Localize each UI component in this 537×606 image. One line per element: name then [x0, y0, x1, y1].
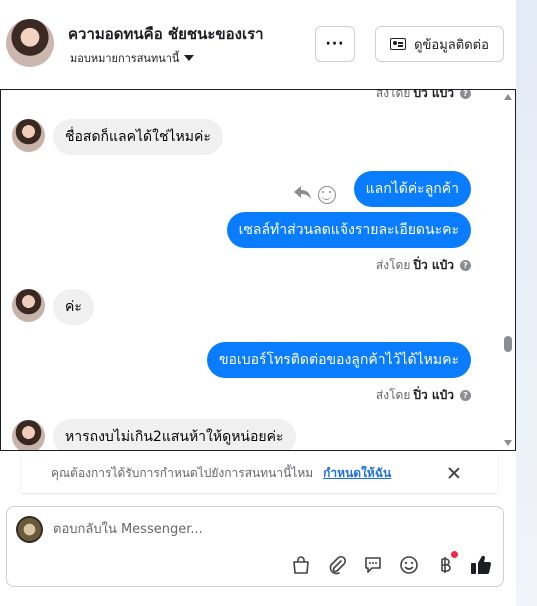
view-contact-button[interactable]: ดูข้อมูลติดต่อ — [375, 26, 504, 62]
info-icon[interactable]: ? — [460, 260, 471, 271]
assign-label: มอบหมายการสนทนานี้ — [70, 52, 180, 65]
sender-name: ปิ่ว แป๋ว — [413, 388, 454, 402]
info-icon[interactable]: ? — [460, 390, 471, 401]
thread-scrollbar[interactable] — [503, 92, 513, 448]
sent-by-label: ส่งโดย ปิ่ว แป๋ว ? — [375, 89, 471, 103]
outgoing-message[interactable]: เซลล์ทำส่วนลดแจ้งรายละเอียดนะคะ — [226, 212, 471, 248]
more-options-button[interactable]: ··· — [315, 26, 355, 62]
customer-avatar[interactable] — [6, 19, 54, 67]
reply-icon[interactable] — [294, 186, 312, 200]
incoming-message[interactable]: ค่ะ — [53, 289, 94, 325]
outgoing-message[interactable]: ขอเบอร์โทรติดต่อของลูกค้าไว้ได้ไหมคะ — [206, 342, 471, 378]
conversation-panel: ความอดทนคือ ชัยชนะของเรา มอบหมายการสนทนา… — [0, 0, 516, 606]
incoming-message[interactable]: หารถงบไม่เกิน2แสนห้าให้ดูหน่อยค่ะ — [53, 419, 296, 450]
scroll-down-arrow-icon[interactable] — [504, 440, 512, 446]
outgoing-message[interactable]: แลกได้ค่ะลูกค้า — [353, 171, 471, 207]
sent-by-prefix: ส่งโดย — [375, 89, 411, 100]
assign-dropdown[interactable]: มอบหมายการสนทนานี้ — [70, 49, 195, 67]
sent-by-prefix: ส่งโดย — [375, 388, 411, 402]
scroll-thumb[interactable] — [504, 336, 512, 352]
right-background-strip — [516, 0, 537, 606]
sent-by-prefix: ส่งโดย — [375, 258, 411, 272]
assignment-prompt: คุณต้องการได้รับการกำหนดไปยังการสนทนานี้… — [21, 453, 498, 493]
view-contact-label: ดูข้อมูลติดต่อ — [414, 37, 489, 53]
conversation-name[interactable]: ความอดทนคือ ชัยชนะของเรา — [68, 22, 264, 46]
shopping-bag-icon[interactable] — [290, 554, 312, 576]
customer-avatar-small — [12, 119, 45, 152]
sent-by-label: ส่งโดย ปิ่ว แป๋ว ? — [376, 386, 471, 405]
payment-icon[interactable] — [434, 551, 458, 576]
assignment-prompt-text: คุณต้องการได้รับการกำหนดไปยังการสนทนานี้… — [51, 465, 314, 480]
react-emoji-icon[interactable] — [318, 186, 336, 204]
conversation-header: ความอดทนคือ ชัยชนะของเรา มอบหมายการสนทนา… — [0, 0, 516, 88]
emoji-icon[interactable] — [398, 554, 420, 576]
customer-avatar-small — [12, 289, 45, 322]
caret-down-icon — [184, 55, 195, 61]
sender-name: ปิ่ว แป๋ว — [413, 258, 454, 272]
sent-by-label: ส่งโดย ปิ่ว แป๋ว ? — [376, 256, 471, 275]
customer-avatar-small — [12, 420, 45, 450]
close-icon[interactable] — [447, 466, 461, 480]
sender-name: ปิ่ว แป๋ว — [413, 89, 454, 100]
info-icon[interactable]: ? — [460, 90, 471, 99]
like-icon[interactable] — [470, 554, 492, 576]
contact-card-icon — [390, 38, 407, 50]
notification-dot — [451, 551, 458, 558]
attachment-icon[interactable] — [326, 554, 348, 576]
reply-input[interactable] — [53, 517, 453, 541]
assign-to-me-link[interactable]: กำหนดให้ฉัน — [323, 464, 391, 483]
page-avatar — [16, 516, 43, 543]
reply-composer — [6, 506, 504, 587]
incoming-message[interactable]: ชื่อสดก็แลคได้ใช่ไหมค่ะ — [53, 119, 223, 155]
message-thread[interactable]: ส่งโดย ปิ่ว แป๋ว ? ชื่อสดก็แลคได้ใช่ไหมค… — [0, 89, 516, 451]
saved-reply-icon[interactable] — [362, 554, 384, 576]
scroll-up-arrow-icon[interactable] — [504, 94, 512, 100]
